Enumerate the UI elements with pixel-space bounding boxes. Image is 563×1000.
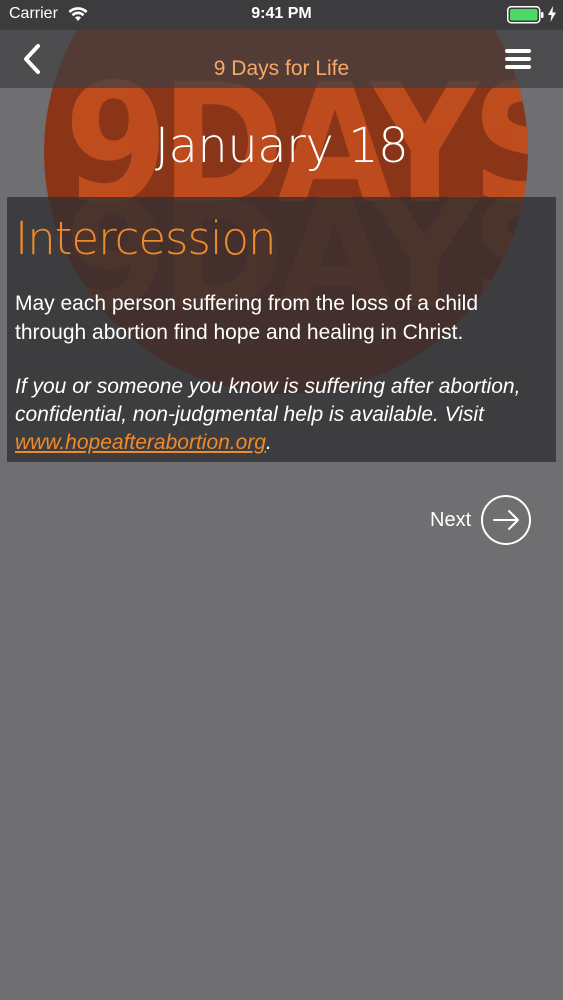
help-note: If you or someone you know is suffering …: [15, 373, 548, 457]
intercession-text: May each person suffering from the loss …: [15, 292, 479, 344]
next-label: Next: [430, 509, 472, 531]
page-title-date: January 18: [154, 118, 409, 174]
arrow-right-circle-icon: [481, 495, 531, 545]
intercession-card: Intercession May each person suffering f…: [7, 197, 556, 462]
help-note-text: If you or someone you know is suffering …: [15, 375, 521, 426]
hamburger-menu-icon[interactable]: [503, 46, 533, 72]
status-bar: Carrier 9:41 PM: [0, 0, 563, 30]
app-screen: 9DAYS 9DAYS Carrier 9:41 PM 9 Days for L…: [0, 0, 563, 1000]
hope-after-abortion-link[interactable]: www.hopeafterabortion.org: [15, 431, 266, 454]
card-heading: Intercession: [15, 212, 277, 265]
help-note-end: .: [266, 431, 272, 454]
battery-icon: [507, 6, 544, 24]
next-button[interactable]: Next: [420, 493, 534, 547]
charging-bolt-icon: [548, 6, 556, 22]
status-time: 9:41 PM: [251, 5, 312, 22]
navigation-bar: 9 Days for Life: [0, 30, 563, 88]
nav-title: 9 Days for Life: [213, 57, 350, 80]
